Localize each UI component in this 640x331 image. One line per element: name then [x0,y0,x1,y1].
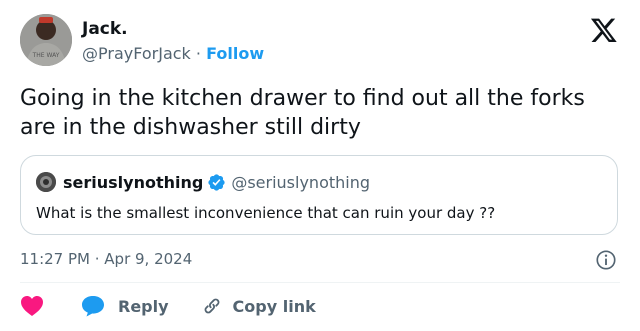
quoted-handle[interactable]: @seriuslynothing [231,173,370,192]
copy-link-button[interactable]: Copy link [169,295,316,317]
author-handle[interactable]: @PrayForJack [82,44,191,63]
reply-label: Reply [118,296,169,316]
svg-text:THE WAY: THE WAY [32,52,60,59]
quoted-text: What is the smallest inconvenience that … [36,204,496,222]
heart-icon [21,296,43,316]
quoted-author-row: seriuslynothing @seriuslynothing [36,171,370,193]
tweet-header: THE WAY Jack. @PrayForJack · Follow [20,12,620,70]
follow-button[interactable]: Follow [206,44,264,63]
divider [20,282,620,283]
author-names: Jack. @PrayForJack · Follow [82,18,264,65]
x-logo-icon[interactable] [590,16,618,44]
link-icon [204,298,219,314]
info-icon[interactable] [595,249,617,271]
author-display-name[interactable]: Jack. [82,18,264,40]
verified-badge-icon [208,173,225,191]
quoted-tweet[interactable]: seriuslynothing @seriuslynothing What is… [20,155,618,235]
tweet-text: Going in the kitchen drawer to find out … [20,86,585,140]
handle-separator: · [195,44,201,63]
reply-button[interactable]: Reply [44,294,169,318]
author-handle-line: @PrayForJack · Follow [82,43,264,65]
author-avatar[interactable]: THE WAY [20,14,72,66]
action-bar: Reply Copy link [20,294,316,318]
like-button[interactable] [20,295,44,317]
quoted-author-avatar[interactable] [36,172,56,192]
tweet-timestamp[interactable]: 11:27 PM · Apr 9, 2024 [20,248,192,270]
quoted-display-name[interactable]: seriuslynothing [63,173,203,192]
copy-link-label: Copy link [232,296,316,316]
reply-bubble-icon [82,296,104,317]
